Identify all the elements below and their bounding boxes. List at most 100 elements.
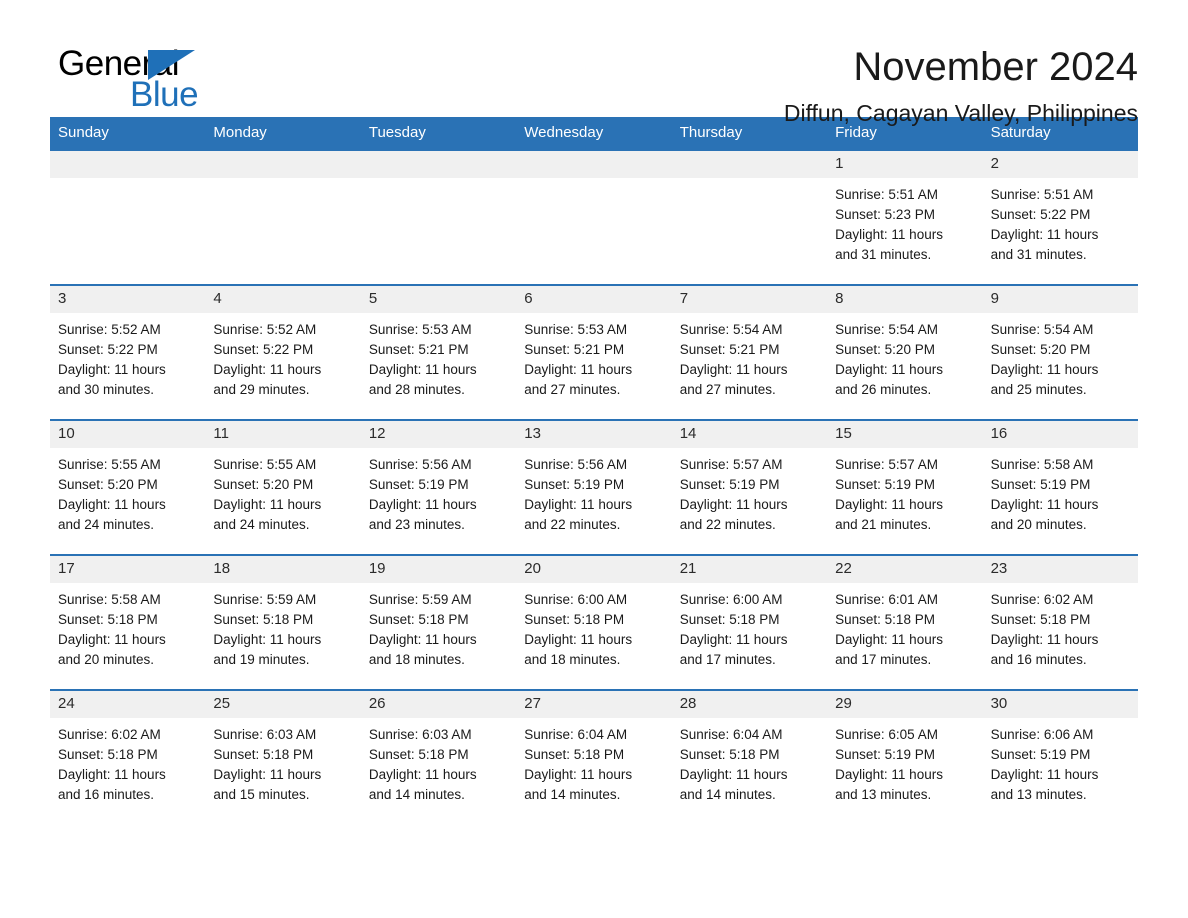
day-number: 13	[516, 420, 672, 448]
day-number: 29	[827, 690, 983, 718]
day-info-line: Sunrise: 6:00 AM	[524, 591, 628, 607]
day-info-line: and 14 minutes.	[679, 786, 776, 802]
day-info-line: Daylight: 11 hours	[58, 361, 166, 377]
day-info-line: Daylight: 11 hours	[835, 226, 943, 242]
calendar-page: General Blue November 2024 Diffun, Cagay…	[0, 0, 1188, 918]
title-block: November 2024 Diffun, Cagayan Valley, Ph…	[784, 44, 1138, 126]
calendar-weeks: 1 Sunrise: 5:51 AM Sunset: 5:23 PM Daylight…	[50, 150, 1138, 824]
calendar-day-cell[interactable]: 8 Sunrise: 5:54 AM Sunset: 5:20 PM Daylight…	[827, 285, 983, 419]
calendar-day-cell[interactable]: 16 Sunrise: 5:58 AM Sunset: 5:19 PM Dayligh…	[982, 420, 1138, 554]
day-info-line: Sunset: 5:22 PM	[58, 341, 158, 357]
day-info-line: Sunrise: 6:03 AM	[368, 726, 472, 742]
day-info-line: and 31 minutes.	[990, 246, 1087, 262]
calendar-day-cell[interactable]: 3 Sunrise: 5:52 AM Sunset: 5:22 PM Daylight…	[50, 285, 206, 419]
day-info-line: Sunrise: 6:04 AM	[679, 726, 783, 742]
calendar-day-cell[interactable]: 25 Sunrise: 6:03 AM Sunset: 5:18 PM Dayligh…	[205, 690, 361, 824]
calendar-day-cell[interactable]: 6 Sunrise: 5:53 AM Sunset: 5:21 PM Daylight…	[516, 285, 672, 419]
day-info-line: Sunset: 5:19 PM	[835, 476, 935, 492]
day-info-line: Daylight: 11 hours	[990, 631, 1099, 647]
day-info-line: and 13 minutes.	[835, 786, 932, 802]
calendar-day-cell[interactable]: 21 Sunrise: 6:00 AM Sunset: 5:18 PM Dayligh…	[671, 555, 828, 689]
day-info-line: Sunset: 5:18 PM	[368, 611, 469, 627]
calendar-day-cell[interactable]: 7 Sunrise: 5:54 AM Sunset: 5:21 PM Daylight…	[671, 285, 828, 419]
day-info-line: Daylight: 11 hours	[835, 361, 943, 377]
day-info-line: Sunset: 5:19 PM	[524, 476, 625, 492]
calendar-day-cell[interactable]: 5 Sunrise: 5:53 AM Sunset: 5:21 PM Daylight…	[360, 285, 517, 419]
day-info-line: and 22 minutes.	[679, 516, 776, 532]
day-sun-info: Sunrise: 5:58 AM Sunset: 5:18 PM Daylight:…	[50, 583, 205, 670]
day-number	[516, 150, 672, 178]
day-info-line: Daylight: 11 hours	[835, 766, 943, 782]
calendar-day-cell[interactable]: 20 Sunrise: 6:00 AM Sunset: 5:18 PM Dayligh…	[516, 555, 672, 689]
day-number: 17	[50, 555, 206, 583]
calendar-day-cell[interactable]: 28 Sunrise: 6:04 AM Sunset: 5:18 PM Dayligh…	[671, 690, 828, 824]
day-sun-info: Sunrise: 6:00 AM Sunset: 5:18 PM Daylight:…	[516, 583, 671, 670]
day-number: 5	[360, 285, 517, 313]
day-info-line: Daylight: 11 hours	[990, 226, 1099, 242]
calendar-day-cell[interactable]: 9 Sunrise: 5:54 AM Sunset: 5:20 PM Daylight…	[982, 285, 1138, 419]
day-sun-info: Sunrise: 5:56 AM Sunset: 5:19 PM Daylight:…	[361, 448, 516, 535]
day-info-line: and 27 minutes.	[679, 381, 776, 397]
day-info-line: Sunset: 5:20 PM	[58, 476, 158, 492]
calendar-empty-cell	[671, 150, 828, 284]
calendar-day-cell[interactable]: 26 Sunrise: 6:03 AM Sunset: 5:18 PM Dayligh…	[360, 690, 517, 824]
day-info-line: Daylight: 11 hours	[213, 361, 322, 377]
day-number: 11	[205, 420, 361, 448]
day-info-line: and 22 minutes.	[524, 516, 621, 532]
day-info-line: Sunset: 5:18 PM	[58, 746, 158, 762]
calendar-day-cell[interactable]: 23 Sunrise: 6:02 AM Sunset: 5:18 PM Dayligh…	[982, 555, 1138, 689]
day-number: 10	[50, 420, 206, 448]
page-title: November 2024	[853, 45, 1138, 89]
weekday-header-sunday: Sunday	[58, 124, 109, 141]
calendar-day-cell[interactable]: 19 Sunrise: 5:59 AM Sunset: 5:18 PM Dayligh…	[360, 555, 517, 689]
calendar-day-cell[interactable]: 13 Sunrise: 5:56 AM Sunset: 5:19 PM Dayligh…	[516, 420, 672, 554]
day-sun-info: Sunrise: 6:02 AM Sunset: 5:18 PM Daylight:…	[983, 583, 1138, 670]
day-sun-info: Sunrise: 5:58 AM Sunset: 5:19 PM Daylight:…	[983, 448, 1138, 535]
day-info-line: Daylight: 11 hours	[368, 496, 477, 512]
day-number: 26	[360, 690, 517, 718]
day-info-line: Sunrise: 6:00 AM	[679, 591, 783, 607]
day-info-line: Sunrise: 5:56 AM	[524, 456, 628, 472]
calendar-day-cell[interactable]: 18 Sunrise: 5:59 AM Sunset: 5:18 PM Dayligh…	[205, 555, 361, 689]
day-number: 9	[982, 285, 1138, 313]
calendar-day-cell[interactable]: 30 Sunrise: 6:06 AM Sunset: 5:19 PM Dayligh…	[982, 690, 1138, 824]
day-info-line: Sunset: 5:18 PM	[835, 611, 935, 627]
day-info-line: and 27 minutes.	[524, 381, 621, 397]
calendar-day-cell[interactable]: 29 Sunrise: 6:05 AM Sunset: 5:19 PM Dayligh…	[827, 690, 983, 824]
day-info-line: and 26 minutes.	[835, 381, 932, 397]
day-info-line: Daylight: 11 hours	[58, 631, 166, 647]
calendar-empty-cell	[205, 150, 361, 284]
day-info-line: Sunrise: 5:55 AM	[58, 456, 161, 472]
generalblue-logo[interactable]: General Blue	[50, 44, 250, 114]
day-number: 7	[671, 285, 828, 313]
day-sun-info: Sunrise: 6:04 AM Sunset: 5:18 PM Daylight:…	[672, 718, 827, 805]
calendar-day-cell[interactable]: 12 Sunrise: 5:56 AM Sunset: 5:19 PM Dayligh…	[360, 420, 517, 554]
calendar-day-cell[interactable]: 15 Sunrise: 5:57 AM Sunset: 5:19 PM Dayligh…	[827, 420, 983, 554]
day-info-line: and 18 minutes.	[368, 651, 465, 667]
calendar-day-cell[interactable]: 10 Sunrise: 5:55 AM Sunset: 5:20 PM Dayligh…	[50, 420, 206, 554]
calendar-grid: Sunday Monday Tuesday Wednesday Thursday Frid…	[50, 117, 1138, 824]
day-sun-info: Sunrise: 6:00 AM Sunset: 5:18 PM Daylight:…	[672, 583, 827, 670]
calendar-week-row: 17 Sunrise: 5:58 AM Sunset: 5:18 PM Dayligh…	[50, 553, 1138, 689]
day-number: 6	[516, 285, 672, 313]
calendar-day-cell[interactable]: 27 Sunrise: 6:04 AM Sunset: 5:18 PM Dayligh…	[516, 690, 672, 824]
calendar-day-cell[interactable]: 11 Sunrise: 5:55 AM Sunset: 5:20 PM Dayligh…	[205, 420, 361, 554]
day-sun-info: Sunrise: 5:52 AM Sunset: 5:22 PM Daylight:…	[205, 313, 360, 400]
calendar-day-cell[interactable]: 17 Sunrise: 5:58 AM Sunset: 5:18 PM Dayligh…	[50, 555, 206, 689]
calendar-week-row: 3 Sunrise: 5:52 AM Sunset: 5:22 PM Daylight…	[50, 283, 1138, 419]
calendar-day-cell[interactable]: 4 Sunrise: 5:52 AM Sunset: 5:22 PM Daylight…	[205, 285, 361, 419]
day-info-line: Sunrise: 6:02 AM	[58, 726, 161, 742]
day-number: 8	[827, 285, 983, 313]
calendar-day-cell[interactable]: 14 Sunrise: 5:57 AM Sunset: 5:19 PM Dayligh…	[671, 420, 828, 554]
calendar-day-cell[interactable]: 22 Sunrise: 6:01 AM Sunset: 5:18 PM Dayligh…	[827, 555, 983, 689]
day-sun-info: Sunrise: 5:51 AM Sunset: 5:23 PM Daylight:…	[827, 178, 982, 265]
day-sun-info: Sunrise: 6:02 AM Sunset: 5:18 PM Daylight:…	[50, 718, 205, 805]
day-info-line: Sunrise: 5:51 AM	[835, 186, 938, 202]
day-info-line: Daylight: 11 hours	[835, 496, 943, 512]
calendar-day-cell[interactable]: 2 Sunrise: 5:51 AM Sunset: 5:22 PM Daylight…	[982, 150, 1138, 284]
day-info-line: Sunrise: 5:57 AM	[679, 456, 783, 472]
calendar-day-cell[interactable]: 24 Sunrise: 6:02 AM Sunset: 5:18 PM Dayligh…	[50, 690, 206, 824]
weekday-header-row: Sunday Monday Tuesday Wednesday Thursday Frid…	[50, 117, 1138, 151]
calendar-day-cell[interactable]: 1 Sunrise: 5:51 AM Sunset: 5:23 PM Daylight…	[827, 150, 983, 284]
day-number: 18	[205, 555, 361, 583]
